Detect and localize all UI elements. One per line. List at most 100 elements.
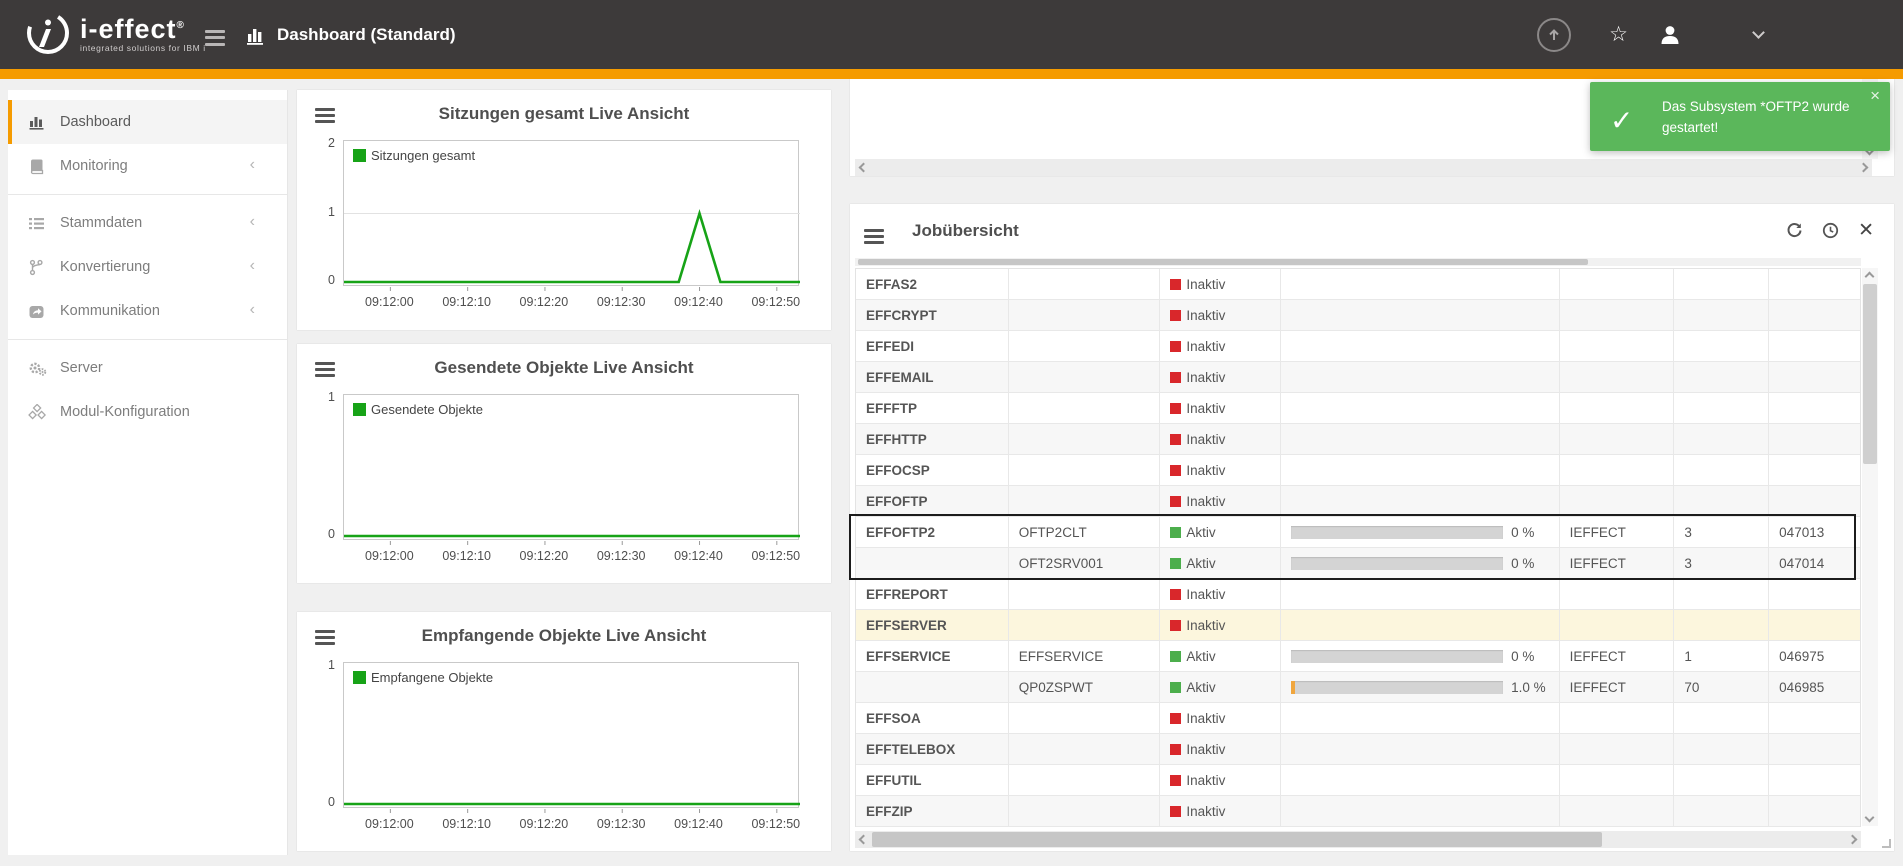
share-icon [28,303,52,320]
panel-menu-hamburger-icon[interactable] [315,627,335,648]
bar-chart-icon [28,113,52,131]
x-tick-label: 09:12:40 [674,817,723,831]
table-row[interactable]: EFFAS2 Inaktiv [856,269,1860,300]
progress-bar [1291,650,1503,663]
branch-icon [28,259,52,276]
sidebar-toggle-hamburger-icon[interactable] [205,26,225,49]
chart-card-header: Gesendete Objekte Live Ansicht [297,344,831,386]
cell-subsystem: EFFUTIL [856,765,1009,795]
chart-title: Empfangende Objekte Live Ansicht [297,626,831,646]
table-row[interactable]: EFFUTIL Inaktiv [856,765,1860,796]
scrollbar-thumb[interactable] [872,832,1602,847]
upload-icon[interactable] [1537,18,1571,52]
cell-job-name [1009,269,1161,299]
cell-job-number: 047014 [1769,548,1860,578]
toast-notification[interactable]: ✓ Das Subsystem *OFTP2 wurde gestartet! … [1590,82,1890,151]
table-row[interactable]: EFFOFTP2 OFTP2CLT Aktiv 0 % IEFFECT 3 04… [856,517,1860,548]
table-row[interactable]: EFFFTP Inaktiv [856,393,1860,424]
sidebar-item-stammdaten[interactable]: Stammdaten ‹ [8,201,287,245]
cell-job-name [1009,486,1161,516]
cell-user [1560,486,1675,516]
table-vertical-scrollbar[interactable] [1862,268,1878,826]
table-row[interactable]: EFFSERVICE EFFSERVICE Aktiv 0 % IEFFECT … [856,641,1860,672]
refresh-icon[interactable] [1786,222,1803,239]
cell-job-count [1674,424,1769,454]
horizontal-scrollbar[interactable] [855,159,1872,176]
cell-status: Aktiv [1160,548,1281,578]
table-row[interactable]: QP0ZSPWT Aktiv 1.0 % IEFFECT 70 046985 [856,672,1860,703]
cell-job-number: 046985 [1769,672,1860,702]
table-row[interactable]: EFFSERVER Inaktiv [856,610,1860,641]
x-axis: 09:12:0009:12:1009:12:2009:12:3009:12:40… [343,811,799,837]
cell-job-name [1009,610,1161,640]
status-square-icon [1170,496,1181,507]
cell-status: Inaktiv [1160,393,1281,423]
table-row[interactable]: EFFZIP Inaktiv [856,796,1860,827]
cell-job-count [1674,486,1769,516]
table-row[interactable]: EFFOFTP Inaktiv [856,486,1860,517]
cell-status: Inaktiv [1160,796,1281,826]
scroll-down-arrow-icon[interactable] [1865,813,1875,823]
status-square-icon [1170,589,1181,600]
gears-icon [28,360,52,377]
cell-user [1560,300,1675,330]
close-panel-icon[interactable]: ✕ [1858,223,1874,239]
cell-subsystem: EFFOFTP [856,486,1009,516]
chevron-down-icon[interactable] [1752,26,1765,39]
cell-job-count [1674,331,1769,361]
table-row[interactable]: OFT2SRV001 Aktiv 0 % IEFFECT 3 047014 [856,548,1860,579]
table-row[interactable]: EFFEMAIL Inaktiv [856,362,1860,393]
check-icon: ✓ [1610,104,1633,137]
scroll-right-arrow-icon[interactable] [1859,163,1869,173]
sidebar-item-label: Konvertierung [60,259,150,275]
panel-menu-hamburger-icon[interactable] [864,226,884,247]
sidebar-item-konvertierung[interactable]: Konvertierung ‹ [8,245,287,289]
progress-label: 0 % [1511,556,1534,571]
plot: Sitzungen gesamt [343,140,799,286]
scrollbar-thumb[interactable] [858,259,1588,265]
table-row[interactable]: EFFEDI Inaktiv [856,331,1860,362]
scroll-right-arrow-icon[interactable] [1848,835,1858,845]
sidebar-item-modul-konfiguration[interactable]: Modul-Konfiguration [8,390,287,434]
table-row[interactable]: EFFREPORT Inaktiv [856,579,1860,610]
chart-title: Gesendete Objekte Live Ansicht [297,358,831,378]
sidebar-item-dashboard[interactable]: Dashboard [8,100,287,144]
cell-job-name [1009,362,1161,392]
status-square-icon [1170,465,1181,476]
panel-menu-hamburger-icon[interactable] [315,105,335,126]
plot: Gesendete Objekte [343,394,799,540]
cell-job-count [1674,300,1769,330]
scroll-left-arrow-icon[interactable] [859,835,869,845]
toast-close-icon[interactable]: × [1870,86,1880,106]
panel-menu-hamburger-icon[interactable] [315,359,335,380]
sidebar-item-server[interactable]: Server [8,346,287,390]
table-row[interactable]: EFFCRYPT Inaktiv [856,300,1860,331]
cell-progress [1281,486,1559,516]
favorite-star-icon[interactable]: ☆ [1609,22,1628,47]
logo-brand: i-effect [80,14,177,44]
table-horizontal-scrollbar[interactable] [855,831,1861,848]
resize-handle-icon[interactable] [1882,839,1891,848]
app-logo[interactable]: i-effect® integrated solutions for IBM i [24,9,206,57]
legend-label: Gesendete Objekte [371,402,483,417]
cell-user: IEFFECT [1560,517,1675,547]
legend-swatch-icon [353,671,366,684]
chevron-left-icon: ‹ [250,301,255,319]
table-row[interactable]: EFFOCSP Inaktiv [856,455,1860,486]
scroll-up-arrow-icon[interactable] [1865,272,1875,282]
plot: Empfangene Objekte [343,662,799,808]
scrollbar-thumb[interactable] [1863,284,1877,464]
user-profile-icon[interactable] [1658,23,1682,47]
sidebar-item-monitoring[interactable]: Monitoring ‹ [8,144,287,188]
table-row[interactable]: EFFTELEBOX Inaktiv [856,734,1860,765]
table-row[interactable]: EFFSOA Inaktiv [856,703,1860,734]
scroll-left-arrow-icon[interactable] [859,163,869,173]
table-top-scrollbar[interactable] [855,258,1861,266]
table-row[interactable]: EFFHTTP Inaktiv [856,424,1860,455]
job-overview-panel: Jobübersicht ✕ EFFAS2 Inaktiv [850,204,1894,851]
chart-legend: Empfangene Objekte [353,670,493,685]
status-label: Inaktiv [1186,711,1225,726]
history-clock-icon[interactable] [1822,222,1839,239]
sidebar-item-kommunikation[interactable]: Kommunikation ‹ [8,289,287,333]
cell-subsystem: EFFSOA [856,703,1009,733]
